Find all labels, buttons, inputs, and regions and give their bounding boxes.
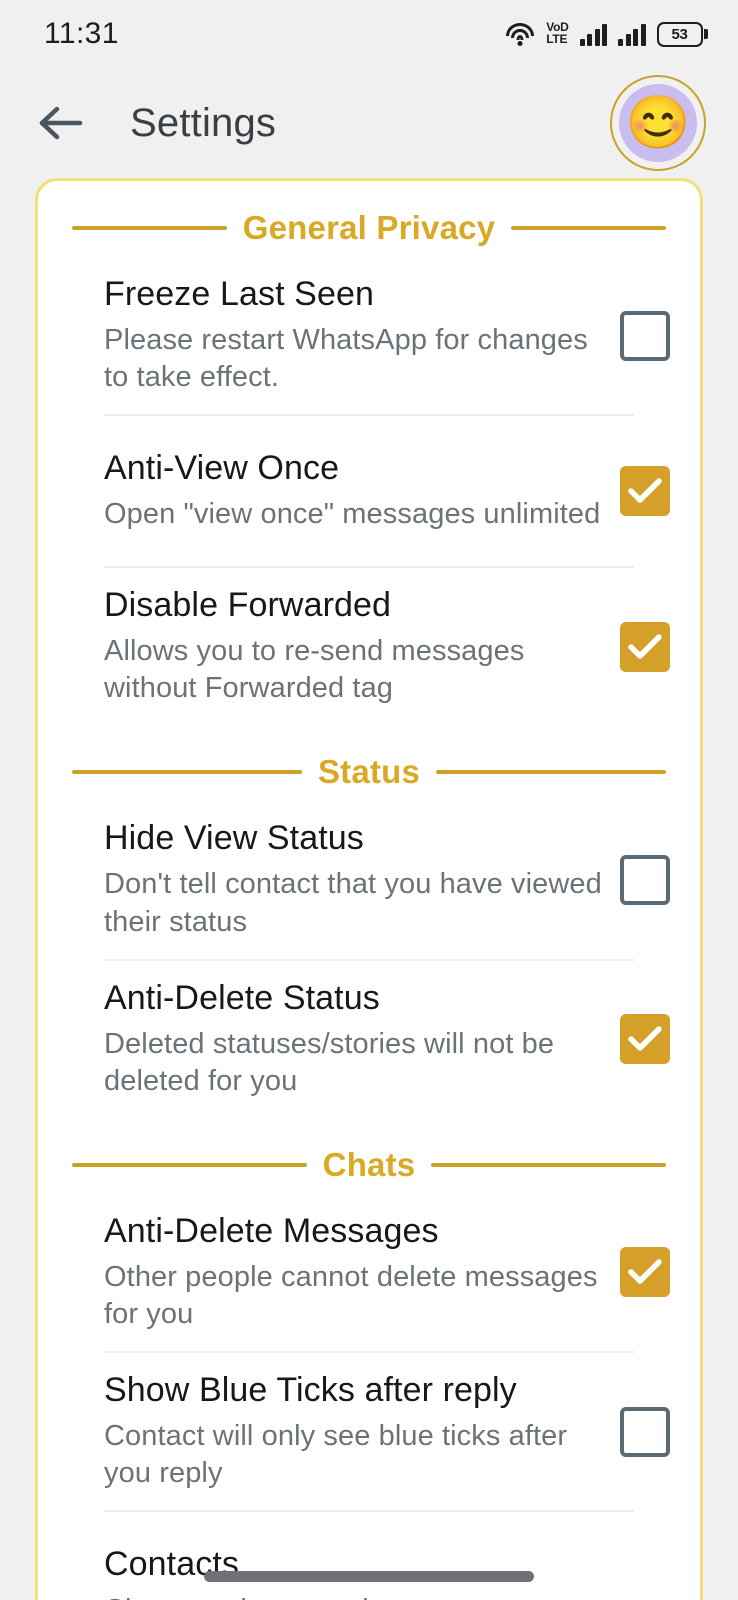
setting-subtitle: Other people cannot delete messages for …: [104, 1260, 598, 1330]
checkbox-freeze-last-seen[interactable]: [620, 310, 670, 361]
volte-icon: VoD LTE: [546, 22, 569, 46]
avatar-emoji: 😊: [619, 84, 697, 162]
wifi-icon: [505, 22, 535, 46]
section-rule-left: [72, 226, 227, 230]
setting-row-anti-delete-messages[interactable]: Anti-Delete Messages Other people cannot…: [38, 1194, 700, 1351]
section-rule-right: [431, 1162, 666, 1167]
battery-icon: 53: [656, 21, 708, 47]
setting-title: Show Blue Ticks after reply: [104, 1371, 517, 1410]
battery-level-label: 53: [671, 25, 688, 43]
checkbox-show-blue-ticks[interactable]: [620, 1406, 670, 1457]
section-rule-right: [511, 226, 666, 230]
setting-row-hide-view-status[interactable]: Hide View Status Don't tell contact that…: [38, 801, 700, 958]
section-header-status: Status: [38, 753, 700, 791]
setting-title: Anti-View Once: [104, 449, 340, 488]
setting-subtitle: Contact will only see blue ticks after y…: [104, 1420, 568, 1490]
checkbox-anti-view-once[interactable]: [620, 466, 670, 517]
setting-row-show-blue-ticks[interactable]: Show Blue Ticks after reply Contact will…: [38, 1353, 700, 1510]
status-icon-group: VoD LTE 53: [505, 21, 708, 47]
gesture-nav-bar[interactable]: [204, 1571, 534, 1582]
setting-title: Disable Forwarded: [104, 586, 392, 625]
setting-title: Freeze Last Seen: [104, 275, 374, 313]
setting-title: Anti-Delete Messages: [104, 1211, 439, 1250]
section-title: General Privacy: [242, 209, 496, 246]
setting-row-disable-forwarded[interactable]: Disable Forwarded Allows you to re-send …: [38, 568, 700, 725]
setting-subtitle: Open "view once" messages unlimited: [104, 498, 601, 531]
setting-row-contacts[interactable]: Contacts Change privacy settings: [38, 1512, 700, 1600]
setting-subtitle: Don't tell contact that you have viewed …: [104, 868, 602, 938]
volte-bottom-label: LTE: [546, 32, 568, 46]
checkbox-disable-forwarded[interactable]: [620, 621, 670, 672]
section-rule-left: [72, 770, 302, 775]
setting-subtitle: Deleted statuses/stories will not be del…: [104, 1027, 555, 1097]
setting-title: Anti-Delete Status: [104, 978, 380, 1017]
status-bar: 11:31 VoD LTE 53: [0, 0, 738, 68]
checkbox-hide-view-status[interactable]: [620, 855, 670, 906]
section-header-general-privacy: General Privacy: [38, 209, 700, 247]
section-title: Status: [317, 753, 421, 791]
section-header-chats: Chats: [38, 1146, 700, 1184]
app-bar: Settings 😊: [0, 68, 738, 178]
phone-screen: 11:31 VoD LTE 53 Settings 😊 General Priv…: [0, 0, 738, 1600]
section-rule-left: [72, 1162, 307, 1167]
back-button[interactable]: [32, 94, 90, 152]
setting-subtitle: Allows you to re-send messages without F…: [104, 635, 525, 705]
setting-row-freeze-last-seen[interactable]: Freeze Last Seen Please restart WhatsApp…: [38, 257, 700, 414]
setting-subtitle: Change privacy settings: [104, 1592, 602, 1600]
section-title: Chats: [322, 1145, 416, 1183]
signal-icon-sim1: [579, 22, 607, 46]
page-title: Settings: [130, 100, 277, 145]
setting-title: Hide View Status: [104, 819, 364, 858]
avatar[interactable]: 😊: [610, 75, 706, 171]
setting-row-anti-delete-status[interactable]: Anti-Delete Status Deleted statuses/stor…: [38, 961, 700, 1118]
signal-icon-sim2: [618, 22, 646, 46]
setting-row-anti-view-once[interactable]: Anti-View Once Open "view once" messages…: [38, 416, 700, 566]
section-rule-right: [436, 770, 666, 775]
back-arrow-icon: [38, 103, 84, 143]
setting-subtitle: Please restart WhatsApp for changes to t…: [104, 324, 588, 394]
checkbox-anti-delete-status[interactable]: [620, 1014, 670, 1065]
status-clock: 11:31: [44, 17, 119, 50]
settings-card: General Privacy Freeze Last Seen Please …: [35, 178, 703, 1600]
checkbox-anti-delete-messages[interactable]: [620, 1247, 670, 1298]
